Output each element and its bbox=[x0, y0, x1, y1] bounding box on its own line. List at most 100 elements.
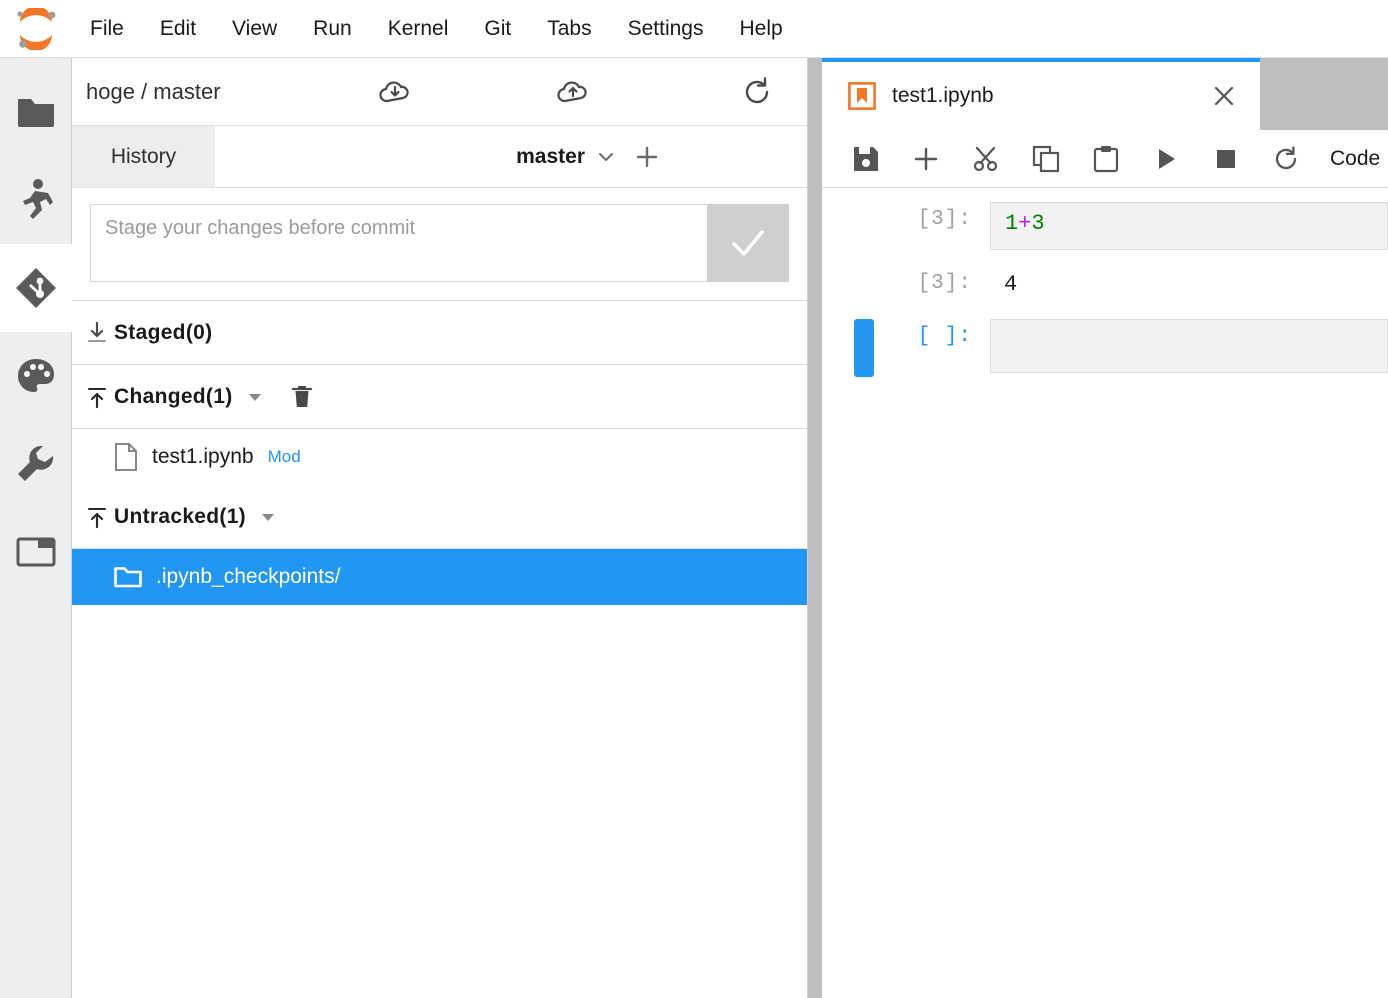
code-token: + bbox=[1018, 211, 1032, 236]
check-icon bbox=[726, 221, 770, 265]
menu-item-git[interactable]: Git bbox=[466, 10, 529, 47]
restart-icon bbox=[1272, 145, 1300, 173]
notebook-cell-output: [3]: 4 bbox=[822, 258, 1388, 311]
output-prompt: [3]: bbox=[917, 272, 972, 295]
commit-area bbox=[72, 188, 807, 301]
sidebar-item-property-inspector[interactable] bbox=[0, 420, 72, 508]
notebook-toolbar: Code bbox=[822, 130, 1388, 188]
menu-item-tabs[interactable]: Tabs bbox=[529, 10, 609, 47]
chevron-down-icon[interactable] bbox=[595, 146, 617, 168]
running-man-icon bbox=[18, 178, 54, 222]
cell-editor[interactable] bbox=[990, 319, 1388, 373]
menu-item-run[interactable]: Run bbox=[295, 10, 370, 47]
section-untracked[interactable]: Untracked(1) bbox=[72, 485, 807, 549]
close-icon[interactable] bbox=[1210, 82, 1238, 110]
plus-icon bbox=[912, 145, 940, 173]
scissors-icon bbox=[972, 145, 1000, 173]
commit-message-input[interactable] bbox=[90, 204, 707, 282]
git-repo-label: hoge / master bbox=[86, 78, 221, 104]
menu-item-view[interactable]: View bbox=[214, 10, 295, 47]
code-token: 1 bbox=[1005, 211, 1019, 236]
palette-icon bbox=[16, 357, 56, 395]
folder-icon bbox=[16, 95, 56, 129]
commit-button[interactable] bbox=[707, 204, 789, 282]
section-changed-caret-icon[interactable] bbox=[245, 387, 265, 407]
run-button[interactable] bbox=[1136, 130, 1196, 188]
paste-button[interactable] bbox=[1076, 130, 1136, 188]
panel-splitter[interactable] bbox=[808, 58, 822, 998]
file-name: .ipynb_checkpoints/ bbox=[156, 565, 341, 588]
jupyterlab-logo bbox=[0, 0, 72, 58]
menu-item-kernel[interactable]: Kernel bbox=[370, 10, 467, 47]
save-button[interactable] bbox=[836, 130, 896, 188]
notebook-cell-input[interactable]: [3]: 1+3 bbox=[822, 194, 1388, 258]
table-row[interactable]: test1.ipynb Mod bbox=[72, 429, 807, 485]
cell-type-dropdown[interactable]: Code bbox=[1330, 147, 1380, 171]
tab-outline-icon bbox=[16, 536, 56, 568]
copy-icon bbox=[1032, 145, 1060, 173]
cell-prompt: [ ]: bbox=[917, 325, 972, 348]
tab-history[interactable]: History bbox=[72, 126, 215, 187]
git-pull-button[interactable] bbox=[359, 58, 431, 126]
stage-all-untracked-icon[interactable] bbox=[84, 504, 110, 530]
git-refresh-button[interactable] bbox=[721, 58, 793, 126]
sidebar-item-file-browser[interactable] bbox=[0, 68, 72, 156]
menu-item-file[interactable]: File bbox=[72, 10, 142, 47]
stage-all-icon[interactable] bbox=[84, 384, 110, 410]
git-panel-header: hoge / master bbox=[72, 58, 807, 126]
main-dock-area: test1.ipynb Code [3]: 1+3 [3]: 4 []: bbox=[822, 58, 1388, 998]
copy-button[interactable] bbox=[1016, 130, 1076, 188]
new-branch-icon[interactable] bbox=[633, 143, 661, 171]
sidebar-item-running-terminals[interactable] bbox=[0, 156, 72, 244]
output-value: 4 bbox=[1004, 272, 1018, 297]
folder-icon bbox=[114, 565, 142, 589]
notebook-tab-bar: test1.ipynb bbox=[822, 58, 1388, 130]
sidebar-item-git[interactable] bbox=[0, 244, 72, 332]
section-changed[interactable]: Changed(1) bbox=[72, 365, 807, 429]
menu-item-edit[interactable]: Edit bbox=[142, 10, 214, 47]
wrench-icon bbox=[16, 444, 56, 484]
active-cell-marker bbox=[854, 319, 874, 377]
cell-prompt: [3]: bbox=[917, 208, 972, 231]
discard-all-changes-icon[interactable] bbox=[291, 384, 313, 410]
push-icon bbox=[556, 78, 590, 106]
pull-icon bbox=[378, 78, 412, 106]
stop-button[interactable] bbox=[1196, 130, 1256, 188]
menu-item-list: File Edit View Run Kernel Git Tabs Setti… bbox=[72, 10, 801, 47]
code-token: 3 bbox=[1031, 211, 1045, 236]
notebook-cell-list: [3]: 1+3 [3]: 4 [ ]: bbox=[822, 188, 1388, 998]
git-panel: hoge / master History master Stage your … bbox=[72, 58, 808, 998]
git-icon bbox=[14, 266, 58, 310]
git-header-actions bbox=[299, 58, 793, 126]
section-untracked-caret-icon[interactable] bbox=[258, 507, 278, 527]
play-icon bbox=[1153, 146, 1179, 172]
sidebar-item-extension-manager[interactable] bbox=[0, 332, 72, 420]
section-staged[interactable]: Staged(0) bbox=[72, 301, 807, 365]
paste-icon bbox=[1093, 145, 1119, 173]
save-icon bbox=[853, 146, 879, 172]
unstage-all-icon[interactable] bbox=[84, 320, 110, 346]
menu-bar: File Edit View Run Kernel Git Tabs Setti… bbox=[0, 0, 1388, 58]
sidebar-item-open-tabs[interactable] bbox=[0, 508, 72, 596]
cell-editor[interactable]: 1+3 bbox=[990, 202, 1388, 250]
file-icon bbox=[114, 443, 138, 471]
branch-name[interactable]: master bbox=[516, 145, 585, 169]
branch-selector: master bbox=[215, 126, 807, 187]
section-changed-title: Changed(1) bbox=[114, 384, 233, 408]
tab-test1-ipynb[interactable]: test1.ipynb bbox=[822, 58, 1260, 130]
git-push-button[interactable] bbox=[537, 58, 609, 126]
status-badge: Mod bbox=[267, 447, 301, 466]
refresh-icon bbox=[741, 76, 773, 108]
menu-item-settings[interactable]: Settings bbox=[610, 10, 722, 47]
section-staged-title: Staged(0) bbox=[114, 320, 213, 344]
cut-button[interactable] bbox=[956, 130, 1016, 188]
tab-label: test1.ipynb bbox=[892, 84, 994, 107]
left-sidebar-rail bbox=[0, 58, 72, 998]
table-row[interactable]: .ipynb_checkpoints/ bbox=[72, 549, 807, 605]
insert-cell-button[interactable] bbox=[896, 130, 956, 188]
notebook-icon bbox=[848, 82, 876, 110]
menu-item-help[interactable]: Help bbox=[722, 10, 801, 47]
section-untracked-title: Untracked(1) bbox=[114, 504, 246, 528]
restart-button[interactable] bbox=[1256, 130, 1316, 188]
notebook-cell-input[interactable]: [ ]: bbox=[822, 311, 1388, 381]
